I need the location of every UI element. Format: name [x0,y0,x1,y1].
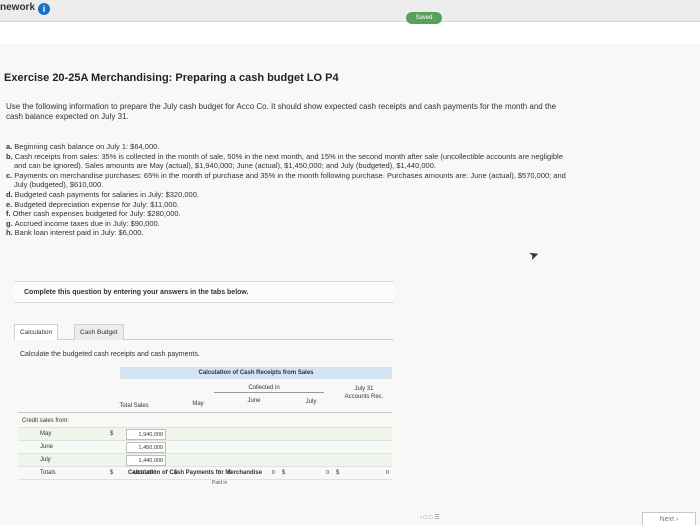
row-label-totals: Totals [40,470,56,476]
saved-button[interactable]: Saved [406,12,442,24]
july-header: July [305,399,317,405]
dollar-sign: $ [110,431,114,437]
may-sales-input[interactable]: 1,940,000 [126,429,166,440]
exercise-intro: Use the following information to prepare… [6,102,557,121]
cash-receipts-table: Calculation of Cash Receipts from Sales … [14,363,394,525]
july31-total-value: 0 [386,470,390,476]
total-sales-header: Total Sales [119,403,149,409]
list-item: c. Payments on merchandise purchases: 65%… [6,170,566,190]
chevron-right-icon: › [676,516,679,523]
list-item: b. Cash receipts from sales: 35% is colle… [6,151,563,171]
may-header: May [192,401,204,407]
dollar-sign: $ [110,470,114,476]
cash-payments-table-title: Calculation of Cash Payments for Merchan… [128,470,263,476]
calculation-instruction: Calculate the budgeted cash receipts and… [20,351,200,358]
july-sales-input[interactable]: 1,440,000 [126,455,166,466]
july-total-value: 0 [326,470,330,476]
june-total-value: 0 [272,470,276,476]
table-row [18,415,392,428]
instructions-text: Complete this question by entering your … [24,289,249,296]
collected-in-rule [214,392,324,393]
june-header: June [247,398,261,404]
june-sales-input[interactable]: 1,450,000 [126,442,166,453]
list-item: g. Accrued income taxes due in July: $90,… [6,218,160,228]
table-row [18,441,392,454]
tab-bar: Calculation Cash Budget [14,322,394,340]
dollar-sign: $ [282,470,286,476]
exercise-title: Exercise 20-25A Merchandising: Preparing… [4,72,339,84]
given-information-list: a. Beginning cash balance on July 1: $64,… [6,142,566,238]
paid-in-header: Paid in [212,480,228,486]
table-row [18,428,392,441]
tab-cash-budget[interactable]: Cash Budget [74,324,124,340]
page-navigator[interactable]: ‹ □ □ ☰ [420,514,440,521]
list-item: d. Budgeted cash payments for salaries in… [6,189,199,199]
table-title: Calculation of Cash Receipts from Sales [120,367,392,379]
july31-header: July 31 Accounts Rec. [344,386,384,400]
list-item: e. Budgeted depreciation expense for July… [6,199,179,209]
dollar-sign: $ [336,470,340,476]
next-button[interactable]: Next › [642,512,696,525]
row-label-may: May [40,431,52,437]
top-bar: nework i Saved [0,0,700,24]
credit-sales-label: Credit sales from: [22,418,70,424]
list-item: a. Beginning cash balance on July 1: $64,… [6,142,160,151]
list-item: h. Bank loan interest paid in July: $6,00… [6,228,144,238]
row-label-july: July [40,457,51,463]
instructions-banner: Complete this question by entering your … [14,281,394,303]
tab-calculation[interactable]: Calculation [14,324,59,340]
list-item: f. Other cash expenses budgeted for July:… [6,209,181,219]
row-label-june: June [40,444,54,450]
collected-in-header: Collected in [248,385,280,391]
next-label: Next [659,516,675,523]
brand-name: nework [0,2,36,13]
info-icon[interactable]: i [38,3,50,15]
table-row [18,454,392,467]
